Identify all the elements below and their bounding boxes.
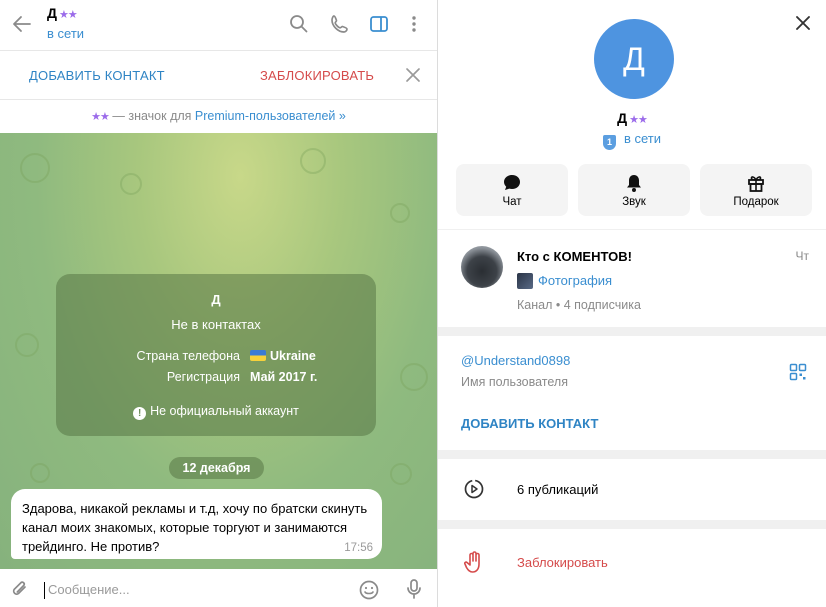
back-arrow-icon[interactable] [10, 12, 34, 36]
chat-button-label: Чат [502, 196, 522, 208]
sidebar-toggle-icon[interactable] [368, 13, 390, 35]
publications-row[interactable]: 6 публикаций [438, 459, 826, 520]
profile-header: Д Д ★★ 1в сети Чат Звук Подарок [438, 0, 826, 229]
block-user-row[interactable]: Заблокировать [438, 529, 826, 607]
contact-info-card: Д Не в контактах Страна телефона Ukraine… [56, 274, 376, 436]
message-composer [0, 569, 437, 607]
text-cursor [44, 582, 45, 599]
gift-button-label: Подарок [733, 196, 779, 208]
username-link[interactable]: @Understand0898 [461, 353, 570, 368]
add-contact-button[interactable]: ДОБАВИТЬ КОНТАКТ [29, 68, 165, 83]
incoming-message[interactable]: Здарова, никакой рекламы и т.д, хочу по … [11, 489, 382, 559]
message-input[interactable] [48, 578, 338, 600]
premium-stars-icon: ★★ [629, 114, 648, 126]
message-text: Здарова, никакой рекламы и т.д, хочу по … [22, 501, 368, 554]
username-label: Имя пользователя [461, 375, 568, 389]
peer-name[interactable]: Д ★★ [47, 5, 78, 21]
profile-name-text: Д [617, 110, 628, 126]
premium-notice-bar[interactable]: ★★ — значок для Premium-пользователей » [0, 100, 437, 133]
phone-icon[interactable] [329, 13, 351, 35]
profile-status-text: в сети [623, 131, 662, 146]
exclamation-icon: ! [133, 407, 147, 420]
block-label: Заблокировать [517, 555, 608, 570]
channel-avatar [461, 246, 503, 288]
gift-button[interactable]: Подарок [700, 164, 812, 216]
premium-notice-text: — значок для [108, 109, 195, 123]
chat-button[interactable]: Чат [456, 164, 568, 216]
microphone-icon[interactable] [404, 578, 424, 600]
phone-country-value: Ukraine [250, 349, 316, 363]
stories-play-icon [464, 479, 484, 499]
channel-last-message: Фотография [538, 273, 613, 288]
warning-text: Не официальный аккаунт [150, 404, 299, 418]
linked-channel-card[interactable]: Кто с КОМЕНТОВ! Чт Фотография Канал • 4 … [438, 230, 826, 327]
unofficial-warning: ! Не официальный аккаунт [56, 404, 376, 420]
chat-header: Д ★★ в сети [0, 0, 437, 50]
add-contact-link[interactable]: ДОБАВИТЬ КОНТАКТ [461, 416, 598, 431]
profile-name: Д ★★ [438, 110, 826, 126]
search-icon[interactable] [288, 13, 310, 35]
close-icon[interactable] [404, 66, 422, 84]
phone-country-text: Ukraine [270, 349, 316, 363]
hand-stop-icon [464, 551, 480, 573]
channel-time: Чт [795, 249, 810, 263]
block-user-button[interactable]: ЗАБЛОКИРОВАТЬ [260, 68, 374, 83]
profile-status: 1 в сети [438, 131, 826, 150]
avatar[interactable]: Д [594, 19, 674, 99]
ukraine-flag-icon [250, 350, 266, 361]
gift-icon [748, 176, 764, 192]
peer-status: в сети [47, 26, 85, 41]
photo-thumbnail [517, 273, 533, 289]
sound-button-label: Звук [622, 196, 646, 208]
premium-stars-icon: ★★ [91, 111, 110, 123]
shield-icon: 1 [602, 135, 616, 150]
emoji-icon[interactable] [358, 579, 380, 601]
paperclip-icon[interactable] [9, 578, 31, 600]
qr-code-icon[interactable] [789, 363, 807, 381]
peer-name-text: Д [47, 5, 57, 21]
publications-label: 6 публикаций [517, 482, 599, 497]
phone-country-label: Страна телефона [136, 349, 240, 363]
chat-background: Д Не в контактах Страна телефона Ukraine… [0, 133, 437, 569]
info-card-subtitle: Не в контактах [171, 317, 261, 332]
channel-meta: Канал • 4 подписчика [517, 298, 641, 312]
chat-bubble-icon [504, 175, 520, 190]
info-card-name: Д [211, 292, 221, 307]
close-icon[interactable] [794, 14, 812, 32]
message-time: 17:56 [344, 542, 373, 554]
bell-icon [627, 175, 641, 192]
registration-value: Май 2017 г. [250, 370, 318, 384]
chat-panel: Д ★★ в сети ДОБАВИТЬ КОНТАКТ ЗАБЛОКИРОВАТ… [0, 0, 437, 607]
sound-button[interactable]: Звук [578, 164, 690, 216]
profile-panel: Д Д ★★ 1в сети Чат Звук Подарок Кто с КО… [438, 0, 826, 607]
channel-title: Кто с КОМЕНТОВ! [517, 249, 632, 264]
more-vertical-icon[interactable] [403, 13, 425, 35]
contact-action-bar: ДОБАВИТЬ КОНТАКТ ЗАБЛОКИРОВАТЬ [0, 50, 437, 100]
username-card: @Understand0898 Имя пользователя ДОБАВИТ… [438, 336, 826, 450]
premium-link[interactable]: Premium-пользователей » [195, 109, 346, 123]
premium-stars-icon: ★★ [58, 9, 78, 21]
date-separator: 12 декабря [169, 457, 264, 479]
registration-label: Регистрация [166, 370, 240, 384]
